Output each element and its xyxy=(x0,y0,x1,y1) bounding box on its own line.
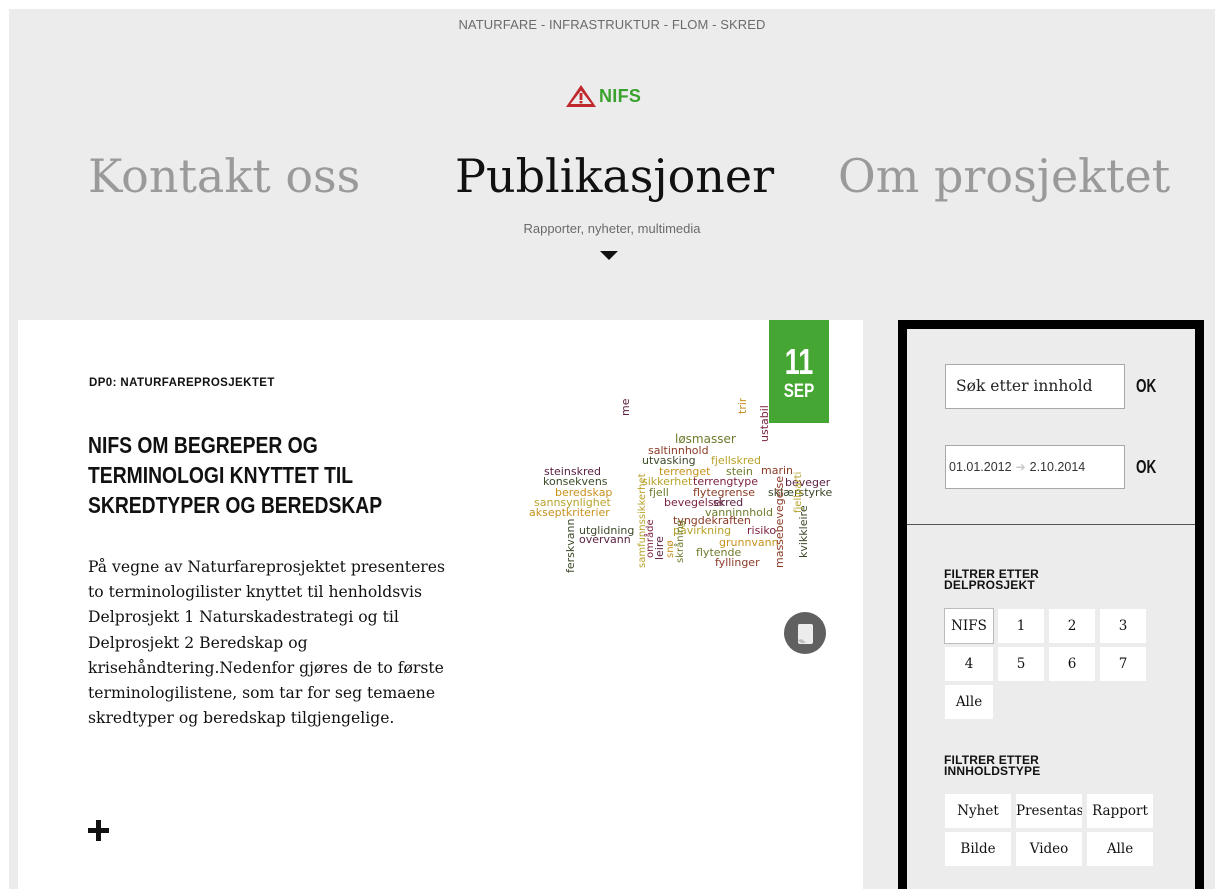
wordcloud-word: fyllinger xyxy=(715,556,760,569)
filter-subproject-6[interactable]: 6 xyxy=(1049,647,1095,681)
nav-subtitle: Rapporter, nyheter, multimedia xyxy=(523,221,701,236)
nav-item-kontakt-oss[interactable]: Kontakt oss xyxy=(88,141,360,211)
filter-subproject-3[interactable]: 3 xyxy=(1100,609,1146,643)
wordcloud-word: ferskvann xyxy=(564,519,577,573)
wordcloud-word: trinnvis xyxy=(736,398,749,414)
article-category[interactable]: DP0: NATURFAREPROSJEKTET xyxy=(89,377,275,389)
search-ok-button[interactable]: OK xyxy=(1136,376,1156,397)
filter-type-all[interactable]: Alle xyxy=(1087,832,1153,866)
search-input[interactable]: Søk etter innhold xyxy=(945,364,1125,409)
date-from: 01.01.2012 xyxy=(949,460,1012,474)
filter-subproject-7[interactable]: 7 xyxy=(1100,647,1146,681)
plus-icon[interactable] xyxy=(88,820,110,842)
divider xyxy=(907,524,1195,525)
wordcloud-word: massebevegelse xyxy=(773,476,786,568)
site-logo[interactable]: NIFS xyxy=(564,79,674,113)
date-to: 2.10.2014 xyxy=(1029,460,1086,474)
nav-item-publikasjoner[interactable]: Publikasjoner xyxy=(455,141,774,211)
article-body: På vegne av Naturfareprosjektet presente… xyxy=(88,558,445,728)
filter-subproject-5[interactable]: 5 xyxy=(998,647,1044,681)
filter-type-video[interactable]: Video xyxy=(1016,832,1082,866)
date-day: 11 xyxy=(784,341,814,382)
caret-down-icon[interactable] xyxy=(600,251,618,260)
filter-type-bilde[interactable]: Bilde xyxy=(945,832,1011,866)
logo-text: NIFS xyxy=(599,85,642,106)
nav-item-om-prosjektet[interactable]: Om prosjektet xyxy=(838,141,1170,211)
filter-type-nyhet[interactable]: Nyhet xyxy=(945,794,1011,828)
filter-type-presentasjon[interactable]: Presentasjon xyxy=(1016,794,1082,828)
wordcloud-word: overvann xyxy=(579,533,631,546)
article-card: DP0: NATURFAREPROSJEKTET NIFS OM BEGREPE… xyxy=(18,320,863,889)
filter-subproject-title: FILTRER ETTER DELPROSJEKT xyxy=(944,567,1040,592)
date-ok-button[interactable]: OK xyxy=(1136,457,1156,478)
filter-subproject-2[interactable]: 2 xyxy=(1049,609,1095,643)
search-row: Søk etter innhold OK xyxy=(945,364,1163,409)
wordcloud-word: fjellparti xyxy=(793,472,804,513)
article-title[interactable]: NIFS OM BEGREPER OG TERMINOLOGI KNYTTET … xyxy=(88,430,424,520)
warning-triangle-icon xyxy=(566,85,596,107)
arrow-right-icon: ➔ xyxy=(1015,460,1026,474)
document-icon[interactable] xyxy=(784,612,826,654)
date-range-input[interactable]: 01.01.2012 ➔ 2.10.2014 xyxy=(945,445,1125,489)
date-range-row: 01.01.2012 ➔ 2.10.2014 OK xyxy=(945,445,1163,489)
article-thumbnail-wordcloud[interactable]: mekanisktrinnvisløsmassersaltinnholdutva… xyxy=(521,398,861,598)
wordcloud-word: ustabil xyxy=(758,405,771,442)
filter-subproject-all[interactable]: Alle xyxy=(945,685,993,719)
site-tagline: NATURFARE - INFRASTRUKTUR - FLOM - SKRED xyxy=(458,17,766,32)
wordcloud-word: akseptkriterier xyxy=(529,506,610,519)
filter-type-rapport[interactable]: Rapport xyxy=(1087,794,1153,828)
filter-subproject-1[interactable]: 1 xyxy=(998,609,1044,643)
filter-type-title: FILTRER ETTER INNHOLDSTYPE xyxy=(944,753,1041,778)
wordcloud-word: skråning xyxy=(673,520,686,563)
wordcloud-word: mekanisk xyxy=(619,398,632,416)
filter-subproject-nifs[interactable]: NIFS xyxy=(944,608,994,644)
page: NATURFARE - INFRASTRUKTUR - FLOM - SKRED… xyxy=(9,9,1215,889)
filter-subproject-4[interactable]: 4 xyxy=(945,647,993,681)
main-nav: Kontakt oss Publikasjoner Om prosjektet xyxy=(9,141,1215,211)
sidebar: Søk etter innhold OK 01.01.2012 ➔ 2.10.2… xyxy=(898,320,1204,889)
